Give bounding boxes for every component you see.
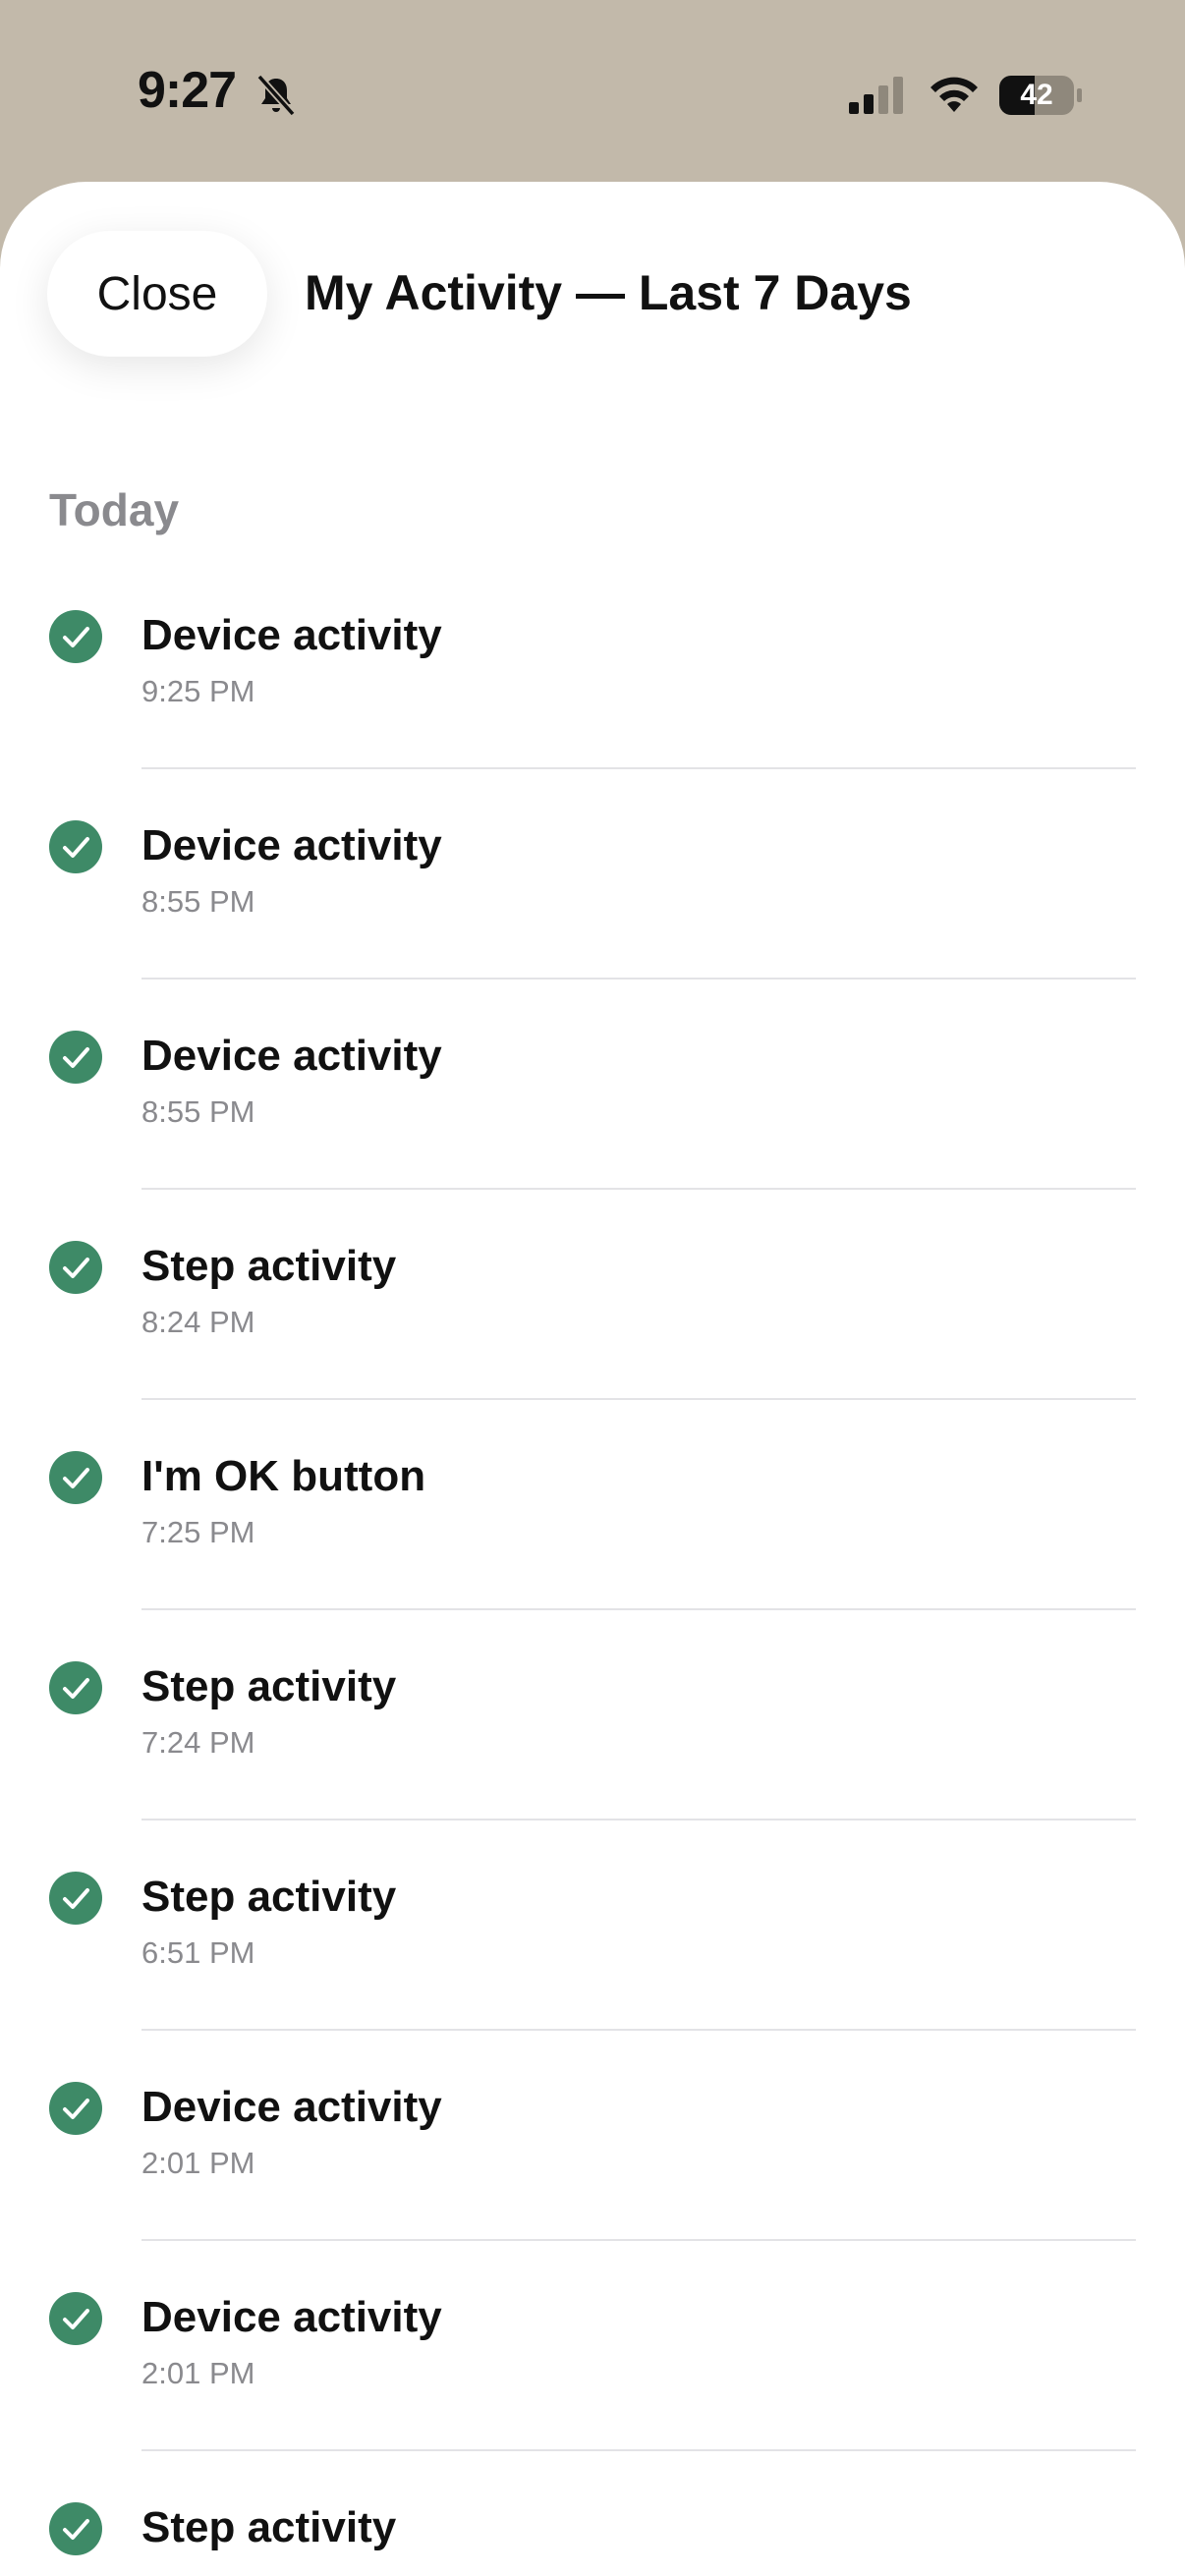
activity-title: Device activity <box>141 2083 442 2131</box>
list-item: Device activity 2:01 PM <box>0 2257 1185 2467</box>
activity-title: Step activity <box>141 2503 397 2551</box>
wifi-icon <box>931 77 978 112</box>
section-title-today: Today <box>49 484 180 535</box>
activity-time: 8:55 PM <box>141 1094 255 1129</box>
activity-title: Device activity <box>141 2293 442 2341</box>
activity-list: Device activity 9:25 PM Device activity … <box>0 575 1185 2576</box>
check-circle-icon <box>49 610 102 663</box>
activity-time: 2:01 PM <box>141 2356 255 2390</box>
activity-title: I'm OK button <box>141 1452 426 1500</box>
check-circle-icon <box>49 2082 102 2135</box>
activity-time: 7:25 PM <box>141 1515 255 1549</box>
divider <box>141 1188 1136 1190</box>
page-title: My Activity — Last 7 Days <box>305 265 912 320</box>
divider <box>141 1819 1136 1820</box>
list-item: Step activity <box>0 2467 1185 2576</box>
check-circle-icon <box>49 1031 102 1084</box>
activity-time: 8:55 PM <box>141 884 255 919</box>
status-time: 9:27 <box>138 62 237 119</box>
check-circle-icon <box>49 1661 102 1714</box>
activity-time: 6:51 PM <box>141 1935 255 1970</box>
status-bar: 9:27 42 <box>0 0 1185 187</box>
activity-title: Device activity <box>141 821 442 869</box>
activity-title: Step activity <box>141 1662 397 1710</box>
divider <box>141 2449 1136 2451</box>
check-circle-icon <box>49 1872 102 1925</box>
activity-title: Step activity <box>141 1242 397 1290</box>
divider <box>141 767 1136 769</box>
activity-title: Device activity <box>141 611 442 659</box>
check-circle-icon <box>49 1241 102 1294</box>
list-item: Device activity 2:01 PM <box>0 2046 1185 2257</box>
activity-time: 7:24 PM <box>141 1725 255 1760</box>
activity-title: Device activity <box>141 1032 442 1080</box>
activity-sheet: Close My Activity — Last 7 Days Today De… <box>0 182 1185 2576</box>
divider <box>141 978 1136 980</box>
activity-time: 9:25 PM <box>141 674 255 708</box>
check-circle-icon <box>49 1451 102 1504</box>
list-item: Device activity 8:55 PM <box>0 785 1185 995</box>
cellular-signal-icon <box>849 77 903 114</box>
bell-slash-icon <box>256 74 296 117</box>
list-item: Step activity 6:51 PM <box>0 1836 1185 2046</box>
check-circle-icon <box>49 2292 102 2345</box>
check-circle-icon <box>49 2502 102 2555</box>
activity-time: 2:01 PM <box>141 2146 255 2180</box>
list-item: Device activity 9:25 PM <box>0 575 1185 785</box>
close-button[interactable]: Close <box>47 231 267 357</box>
divider <box>141 2239 1136 2241</box>
divider <box>141 1398 1136 1400</box>
battery-level: 42 <box>1020 79 1053 111</box>
divider <box>141 1608 1136 1610</box>
divider <box>141 2029 1136 2031</box>
list-item: Step activity 7:24 PM <box>0 1626 1185 1836</box>
activity-time: 8:24 PM <box>141 1305 255 1339</box>
list-item: Device activity 8:55 PM <box>0 995 1185 1205</box>
list-item: Step activity 8:24 PM <box>0 1205 1185 1416</box>
activity-title: Step activity <box>141 1873 397 1921</box>
list-item: I'm OK button 7:25 PM <box>0 1416 1185 1626</box>
sheet-header: Close My Activity — Last 7 Days <box>0 182 1185 388</box>
check-circle-icon <box>49 820 102 873</box>
